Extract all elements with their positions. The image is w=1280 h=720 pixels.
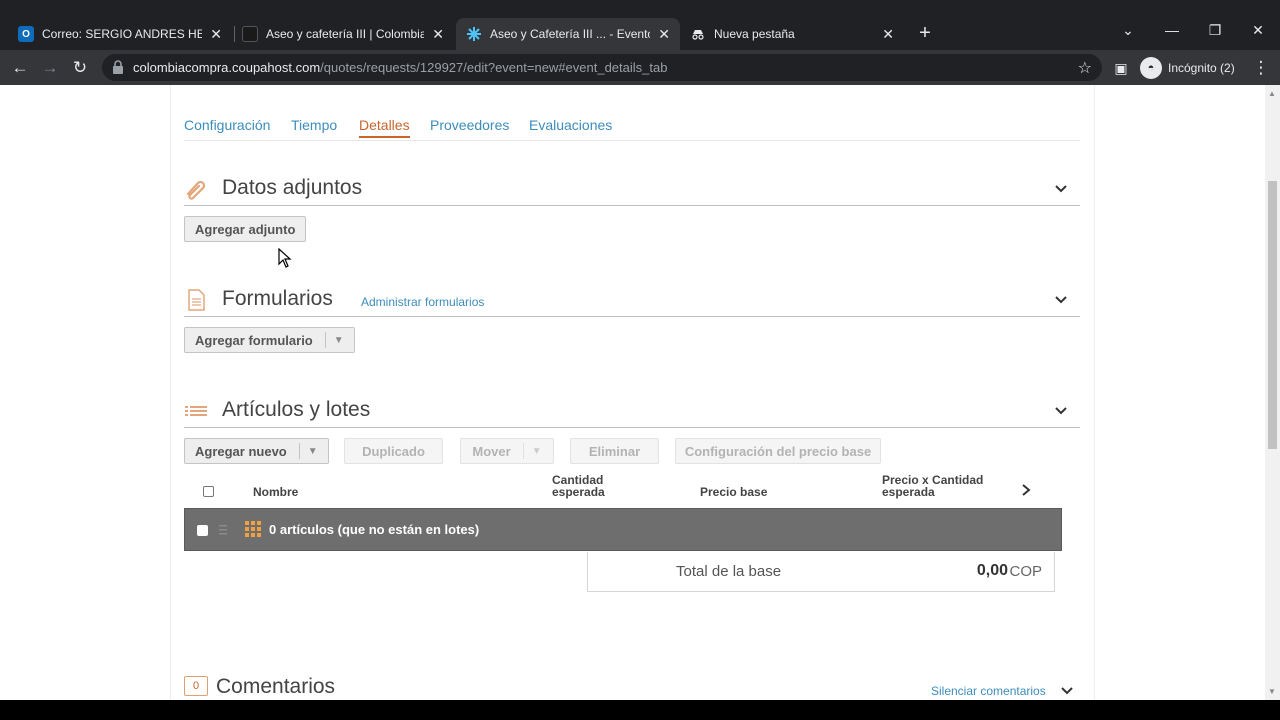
scroll-up-icon[interactable]: ▲ (1268, 89, 1276, 98)
select-all-checkbox[interactable] (203, 486, 214, 497)
items-title: Artículos y lotes (222, 398, 371, 421)
forms-section-header: Formularios Administrar formularios (184, 285, 1080, 317)
incognito-indicator[interactable]: ◓ Incógnito (2) (1140, 55, 1235, 80)
add-new-label: Agregar nuevo (195, 443, 287, 459)
row-checkbox[interactable] (197, 525, 208, 536)
reload-icon[interactable]: ↻ (69, 57, 91, 79)
window-close-icon[interactable]: ✕ (1248, 22, 1268, 39)
tab-outlook[interactable]: O Correo: SERGIO ANDRES HERNANDEZ ✕ (8, 18, 232, 50)
caret-down-icon: ▼ (307, 445, 318, 457)
split-divider (522, 443, 524, 459)
incognito-icon: ◓ (1140, 56, 1162, 79)
colombia-compra-icon (242, 26, 258, 42)
lock-icon (113, 60, 123, 74)
chevron-down-icon[interactable] (1060, 684, 1074, 698)
caret-down-icon: ▼ (531, 445, 542, 457)
tab-coupa-event[interactable]: Aseo y Cafetería III ... - Evento 129927… (456, 18, 680, 50)
close-icon[interactable]: ✕ (658, 26, 670, 43)
attachments-title: Datos adjuntos (222, 176, 363, 199)
tab-proveedores[interactable]: Proveedores (430, 117, 509, 133)
drag-handle-icon[interactable] (219, 523, 227, 537)
scroll-down-icon[interactable]: ▼ (1268, 687, 1276, 696)
address-bar[interactable]: colombiacompra.coupahost.com/quotes/requ… (102, 54, 1102, 81)
side-panel-icon[interactable]: ▣ (1110, 57, 1132, 79)
column-header-name[interactable]: Nombre (253, 486, 298, 498)
tab-tiempo[interactable]: Tiempo (291, 117, 337, 133)
event-subtabs: Configuración Tiempo Detalles Proveedore… (184, 117, 1080, 141)
mute-comments-link[interactable]: Silenciar comentarios (931, 684, 1046, 698)
url-text: colombiacompra.coupahost.com/quotes/requ… (133, 60, 667, 75)
total-currency: COP (1009, 563, 1042, 580)
close-icon[interactable]: ✕ (210, 26, 222, 43)
chevron-down-icon[interactable] (1054, 404, 1068, 418)
bookmark-star-icon[interactable]: ☆ (1078, 58, 1092, 78)
tab-detalles[interactable]: Detalles (359, 117, 410, 138)
base-price-config-button[interactable]: Configuración del precio base (675, 438, 881, 464)
delete-button[interactable]: Eliminar (570, 438, 659, 464)
more-menu-icon[interactable]: ⋮ (1250, 57, 1272, 79)
total-label: Total de la base (676, 563, 782, 580)
tab-title: Nueva pestaña (714, 27, 795, 41)
url-host: colombiacompra.coupahost.com (133, 60, 321, 75)
paperclip-icon (186, 180, 206, 200)
mouse-cursor-icon (278, 248, 292, 268)
unlotted-items-label: 0 artículos (que no están en lotes) (269, 522, 480, 537)
caret-down-icon: ▼ (333, 334, 344, 346)
base-total-box: Total de la base 0,00 COP (587, 552, 1055, 592)
attachments-section-header: Datos adjuntos (184, 174, 1080, 206)
close-icon[interactable]: ✕ (432, 26, 444, 43)
column-header-price-x-qty[interactable]: Precio x Cantidad esperada (882, 474, 983, 498)
outlook-icon: O (18, 26, 34, 42)
new-tab-icon[interactable]: + (914, 22, 936, 44)
split-divider (298, 443, 300, 459)
browser-toolbar: ← → ↻ colombiacompra.coupahost.com/quote… (0, 50, 1280, 85)
chevron-down-icon[interactable] (1054, 182, 1068, 196)
list-icon (185, 406, 207, 416)
incognito-icon (690, 26, 706, 42)
scrollbar-thumb[interactable] (1268, 181, 1277, 449)
close-icon[interactable]: ✕ (882, 26, 894, 43)
screen-bottom-bar (0, 700, 1280, 720)
manage-forms-link[interactable]: Administrar formularios (361, 295, 484, 309)
move-label: Mover (472, 443, 511, 459)
url-path: /quotes/requests/129927/edit?event=new#e… (320, 60, 668, 75)
column-header-base-price[interactable]: Precio base (700, 486, 767, 498)
incognito-label: Incógnito (2) (1168, 60, 1235, 75)
tab-title: Aseo y Cafetería III ... - Evento 129927 (490, 27, 650, 41)
grid-icon (245, 521, 261, 537)
document-icon (188, 289, 205, 311)
split-divider (324, 332, 326, 348)
column-header-expected-qty[interactable]: Cantidad esperada (552, 474, 605, 498)
chevron-right-icon[interactable] (1019, 483, 1033, 497)
items-section-header: Artículos y lotes (184, 396, 1080, 428)
tab-new-tab[interactable]: Nueva pestaña ✕ (680, 18, 904, 50)
back-arrow-icon[interactable]: ← (9, 57, 31, 79)
add-form-button[interactable]: Agregar formulario ▼ (184, 327, 355, 353)
tab-title: Aseo y cafetería III | Colombia Compra (266, 27, 425, 41)
unlotted-items-row[interactable]: 0 artículos (que no están en lotes) (184, 508, 1062, 551)
browser-tab-strip: O Correo: SERGIO ANDRES HERNANDEZ ✕ Aseo… (0, 0, 1280, 50)
column-header-line: esperada (882, 485, 935, 499)
page-scrollbar[interactable]: ▲ ▼ (1265, 85, 1280, 700)
tab-search-chevron-icon[interactable]: ⌄ (1118, 22, 1138, 39)
minimize-icon[interactable]: — (1162, 22, 1182, 38)
duplicate-button[interactable]: Duplicado (344, 438, 443, 464)
comments-title: Comentarios (216, 675, 336, 698)
column-header-line: esperada (552, 485, 605, 499)
tab-configuracion[interactable]: Configuración (184, 117, 270, 133)
add-attachment-button[interactable]: Agregar adjunto (184, 216, 307, 242)
chevron-down-icon[interactable] (1054, 293, 1068, 307)
forms-title: Formularios (222, 287, 333, 310)
comment-count-badge: 0 (184, 676, 208, 696)
coupa-icon (466, 26, 482, 42)
forward-arrow-icon[interactable]: → (39, 57, 61, 79)
move-button[interactable]: Mover ▼ (460, 438, 554, 464)
add-new-button[interactable]: Agregar nuevo ▼ (184, 438, 329, 464)
tab-colombia-compra[interactable]: Aseo y cafetería III | Colombia Compra ✕ (232, 18, 454, 50)
restore-icon[interactable]: ❐ (1205, 22, 1225, 39)
total-value: 0,00 (976, 562, 1008, 579)
tab-evaluaciones[interactable]: Evaluaciones (529, 117, 612, 133)
add-form-label: Agregar formulario (195, 332, 313, 348)
tab-title: Correo: SERGIO ANDRES HERNANDEZ (42, 27, 203, 41)
